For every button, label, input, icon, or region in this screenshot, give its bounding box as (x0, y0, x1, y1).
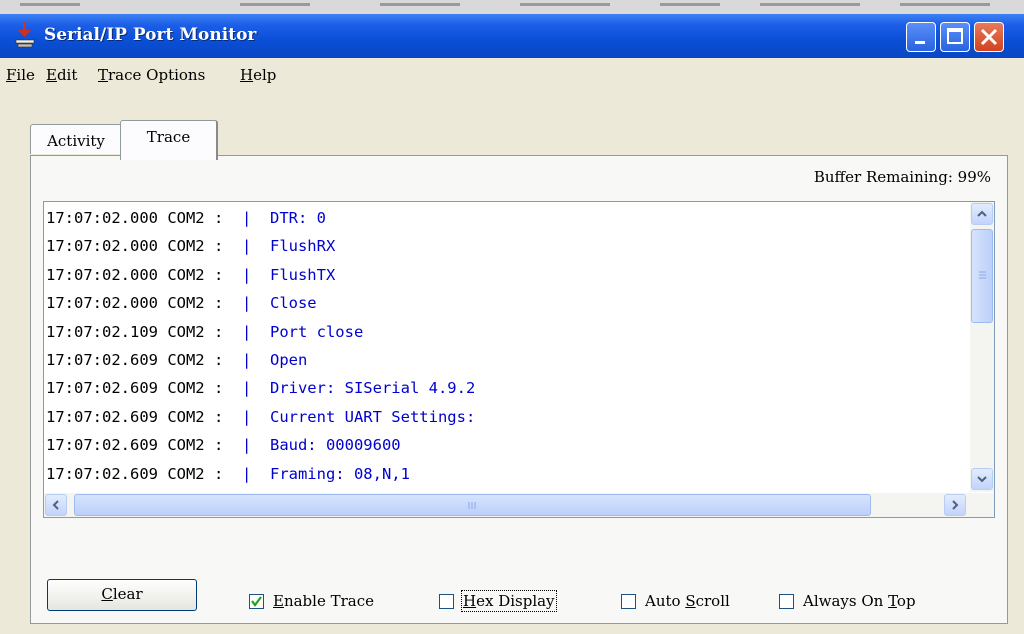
trace-timestamp: 17:07:02.609 COM2 : (46, 464, 224, 483)
trace-separator: | (223, 350, 270, 369)
enable-trace-label: Enable Trace (273, 592, 374, 610)
app-window: Serial/IP Port Monitor File Edit Trace O… (0, 14, 1024, 634)
tab-activity-label: Activity (47, 132, 105, 150)
trace-line: 17:07:02.109 COM2 : | Port close (46, 318, 966, 346)
menu-trace-options[interactable]: Trace Options (98, 66, 205, 84)
trace-separator: | (223, 294, 270, 313)
trace-line: 17:07:02.609 COM2 : | Driver: SISerial 4… (46, 374, 966, 402)
minimize-icon (915, 41, 925, 44)
clear-button-label: Clear (101, 585, 143, 603)
background-window-strip (0, 0, 1024, 14)
horizontal-scrollbar[interactable] (44, 493, 994, 517)
trace-message: Current UART Settings: (269, 407, 476, 426)
trace-separator: | (223, 265, 270, 284)
chevron-down-icon (977, 476, 987, 483)
trace-timestamp: 17:07:02.609 COM2 : (46, 379, 224, 398)
trace-timestamp: 17:07:02.000 COM2 : (46, 237, 224, 256)
buffer-remaining: Buffer Remaining: 99% (813, 168, 991, 186)
trace-timestamp: 17:07:02.000 COM2 : (46, 294, 224, 313)
trace-separator: | (223, 464, 270, 483)
trace-message: DTR: 0 (269, 209, 326, 227)
trace-line: 17:07:02.609 COM2 : | Open (46, 346, 966, 374)
title-bar[interactable]: Serial/IP Port Monitor (0, 14, 1024, 58)
port-monitor-app-icon (15, 22, 35, 48)
chevron-right-icon (952, 500, 959, 510)
trace-timestamp: 17:07:02.000 COM2 : (46, 209, 224, 227)
menu-bar: File Edit Trace Options Help (0, 58, 1024, 92)
menu-file[interactable]: File (6, 66, 35, 84)
checkmark-icon (251, 596, 262, 607)
always-on-top-box[interactable] (779, 594, 794, 609)
tab-trace[interactable]: Trace (120, 120, 218, 160)
scroll-down-button[interactable] (971, 468, 993, 490)
chevron-left-icon (52, 500, 59, 510)
menu-help[interactable]: Help (240, 66, 276, 84)
enable-trace-box[interactable] (249, 594, 264, 609)
trace-timestamp: 17:07:02.609 COM2 : (46, 350, 224, 369)
trace-separator: | (223, 237, 270, 256)
trace-line: 17:07:02.000 COM2 : | FlushRX (46, 232, 966, 260)
vertical-scrollbar[interactable] (970, 202, 994, 492)
maximize-button[interactable] (940, 22, 970, 52)
trace-panel: Buffer Remaining: 99% 17:07:02.000 COM2 … (30, 155, 1008, 624)
close-button[interactable] (974, 22, 1004, 52)
trace-separator: | (223, 379, 270, 398)
close-icon (980, 28, 998, 46)
trace-line: 17:07:02.000 COM2 : | DTR: 0 (46, 204, 966, 232)
trace-timestamp: 17:07:02.609 COM2 : (46, 436, 224, 455)
always-on-top-label: Always On Top (803, 592, 916, 610)
scroll-right-button[interactable] (944, 494, 966, 516)
trace-line: 17:07:02.609 COM2 : | Framing: 08,N,1 (46, 460, 966, 488)
trace-separator: | (223, 322, 270, 341)
trace-line: 17:07:02.000 COM2 : | FlushTX (46, 261, 966, 289)
trace-timestamp: 17:07:02.000 COM2 : (46, 265, 224, 284)
trace-message: FlushTX (269, 265, 336, 284)
trace-message: Baud: 00009600 (269, 436, 401, 455)
menu-edit[interactable]: Edit (46, 66, 77, 84)
trace-separator: | (223, 436, 270, 455)
trace-line: 17:07:02.609 COM2 : | Baud: 00009600 (46, 431, 966, 459)
trace-lines: 17:07:02.000 COM2 : | DTR: 0 17:07:02.000… (46, 204, 966, 516)
trace-timestamp: 17:07:02.109 COM2 : (46, 322, 224, 341)
trace-message: Driver: SISerial 4.9.2 (269, 379, 476, 398)
trace-line: 17:07:02.609 COM2 : | Current UART Setti… (46, 403, 966, 431)
scroll-up-button[interactable] (971, 203, 993, 225)
window-title: Serial/IP Port Monitor (44, 25, 257, 45)
maximize-icon (947, 28, 963, 44)
tab-activity[interactable]: Activity (30, 124, 122, 154)
trace-message: FlushRX (269, 237, 336, 256)
clear-button[interactable]: Clear (47, 579, 197, 611)
grip-icon (468, 502, 476, 509)
trace-message: Open (269, 350, 308, 369)
vertical-scroll-thumb[interactable] (971, 229, 993, 323)
trace-separator: | (223, 407, 270, 426)
horizontal-scroll-thumb[interactable] (74, 494, 871, 516)
trace-separator: | (223, 209, 270, 227)
trace-message: Framing: 08,N,1 (269, 464, 410, 483)
tab-trace-label: Trace (146, 128, 191, 146)
hex-display-box[interactable] (439, 594, 454, 609)
grip-icon (979, 271, 986, 279)
scroll-left-button[interactable] (45, 494, 67, 516)
trace-message: Port close (269, 322, 364, 341)
hex-display-label: Hex Display (461, 590, 557, 612)
minimize-button[interactable] (906, 22, 936, 52)
chevron-up-icon (977, 210, 987, 217)
trace-log[interactable]: 17:07:02.000 COM2 : | DTR: 0 17:07:02.000… (43, 201, 995, 518)
auto-scroll-label: Auto Scroll (645, 592, 730, 610)
auto-scroll-box[interactable] (621, 594, 636, 609)
trace-message: Close (269, 294, 317, 313)
trace-line: 17:07:02.000 COM2 : | Close (46, 289, 966, 317)
trace-timestamp: 17:07:02.609 COM2 : (46, 407, 224, 426)
